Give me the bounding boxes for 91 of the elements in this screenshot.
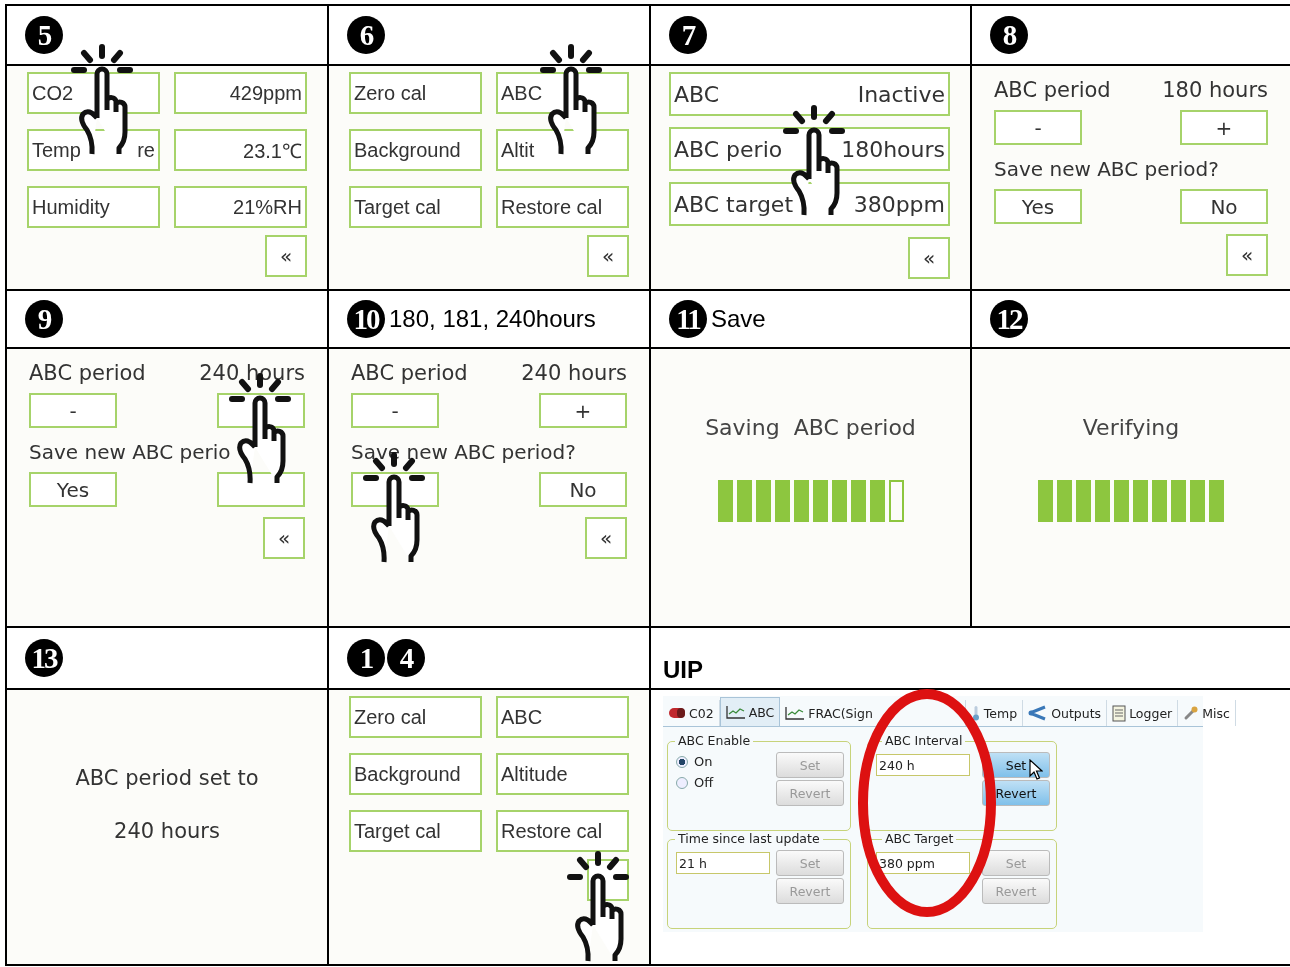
chart-icon	[785, 706, 806, 720]
message-text: 240 hours	[114, 818, 220, 845]
step-number: 7	[669, 16, 707, 54]
menu-button[interactable]: Humidity	[27, 186, 160, 228]
back-button[interactable]: «	[585, 517, 627, 559]
tab[interactable]: Temp	[965, 700, 1024, 726]
setting-label: ABC perio	[674, 136, 783, 162]
plus-button[interactable]: +	[1180, 110, 1268, 145]
group-title: Time since last update	[675, 831, 823, 846]
period-value: 180 hours	[1162, 78, 1268, 102]
step-number: 1	[347, 639, 385, 677]
yes-button[interactable]: Yes	[994, 189, 1082, 224]
pill-icon	[668, 707, 686, 719]
step-number: 8	[990, 16, 1028, 54]
period-value: 240 hours	[521, 361, 627, 385]
input-field[interactable]: 21 h	[676, 852, 770, 874]
question-text: Save new ABC perio	[29, 440, 232, 464]
radio-label: Off	[694, 775, 714, 790]
back-button[interactable]: «	[587, 235, 629, 277]
radio-button[interactable]	[676, 776, 688, 789]
step-number: 13	[25, 639, 63, 677]
menu-button[interactable]: Altitude	[496, 753, 629, 795]
period-label: ABC period	[351, 361, 468, 385]
tab[interactable]: C02	[663, 700, 720, 726]
value-box: 23.1℃	[174, 129, 307, 171]
status-text: Saving ABC period	[705, 415, 916, 440]
period-label: ABC period	[29, 361, 146, 385]
tab[interactable]: ABC	[719, 697, 781, 726]
tab[interactable]: Outputs	[1023, 700, 1108, 726]
minus-button[interactable]: -	[994, 110, 1082, 145]
message-text: ABC period set to	[75, 765, 259, 792]
step-caption: UIP	[663, 656, 703, 684]
step-number: 12	[990, 300, 1028, 338]
input-field[interactable]: 240 h	[876, 754, 970, 776]
back-button[interactable]: «	[265, 235, 307, 277]
group-title: ABC Target	[882, 831, 957, 846]
menu-button[interactable]: Target cal	[349, 810, 482, 852]
step-number: 5	[25, 16, 63, 54]
tab[interactable]: Logger	[1107, 700, 1179, 726]
label-text: re	[137, 138, 155, 162]
no-button[interactable]: No	[539, 472, 627, 507]
thermometer-icon	[970, 705, 981, 721]
document-icon	[1112, 704, 1127, 722]
step-number: 4	[387, 639, 425, 677]
setting-value: Inactive	[857, 81, 945, 107]
period-label: ABC period	[994, 78, 1111, 102]
radio-button[interactable]	[676, 755, 688, 768]
step-caption: Save	[711, 305, 766, 333]
label-text: Temp	[32, 138, 81, 162]
menu-button[interactable]: Altit	[496, 129, 629, 171]
no-button[interactable]: No	[1180, 189, 1268, 224]
menu-button[interactable]: Restore cal	[496, 186, 629, 228]
tab[interactable]: FRAC(Sign	[780, 700, 966, 726]
no-button[interactable]	[217, 472, 305, 507]
question-text: Save new ABC period?	[994, 157, 1220, 181]
yes-button[interactable]: Yes	[29, 472, 117, 507]
status-text: Verifying	[1082, 415, 1180, 440]
setting-label: ABC target	[674, 191, 793, 217]
step-number: 9	[25, 300, 63, 338]
menu-button[interactable]: Background	[349, 129, 482, 171]
chart-icon	[725, 705, 746, 719]
wrench-icon	[1183, 705, 1200, 721]
menu-button[interactable]: Restore cal	[496, 810, 629, 852]
setting-value: 180hours	[841, 136, 945, 162]
back-button[interactable]: «	[1226, 234, 1268, 276]
menu-button[interactable]: Zero cal	[349, 72, 482, 114]
menu-button[interactable]: Target cal	[349, 186, 482, 228]
value-box: 429ppm	[174, 72, 307, 114]
group-title: ABC Interval	[882, 733, 966, 748]
minus-button[interactable]: -	[351, 393, 439, 428]
setting-row[interactable]: ABC target 380ppm	[669, 182, 950, 226]
menu-button[interactable]: Zero cal	[349, 696, 482, 738]
value-box: 21%RH	[174, 186, 307, 228]
step-number: 11	[669, 300, 707, 338]
group-title: ABC Enable	[675, 733, 754, 748]
step-caption: 180, 181, 240hours	[389, 305, 596, 333]
back-button[interactable]: «	[908, 237, 950, 279]
back-button[interactable]: «	[263, 517, 305, 559]
menu-button[interactable]: Background	[349, 753, 482, 795]
step-number: 6	[347, 16, 385, 54]
plus-button[interactable]: +	[539, 393, 627, 428]
tab[interactable]: Misc	[1178, 700, 1236, 726]
menu-button[interactable]: ABC	[496, 696, 629, 738]
setting-value: 380ppm	[853, 191, 945, 217]
setting-row[interactable]: ABC Inactive	[669, 72, 950, 116]
step-number: 10	[347, 300, 385, 338]
radio-label: On	[694, 754, 713, 769]
minus-button[interactable]: -	[29, 393, 117, 428]
input-field[interactable]: 380 ppm	[876, 852, 970, 874]
setting-label: ABC	[674, 81, 720, 107]
setting-row[interactable]: ABC perio 180hours	[669, 127, 950, 171]
